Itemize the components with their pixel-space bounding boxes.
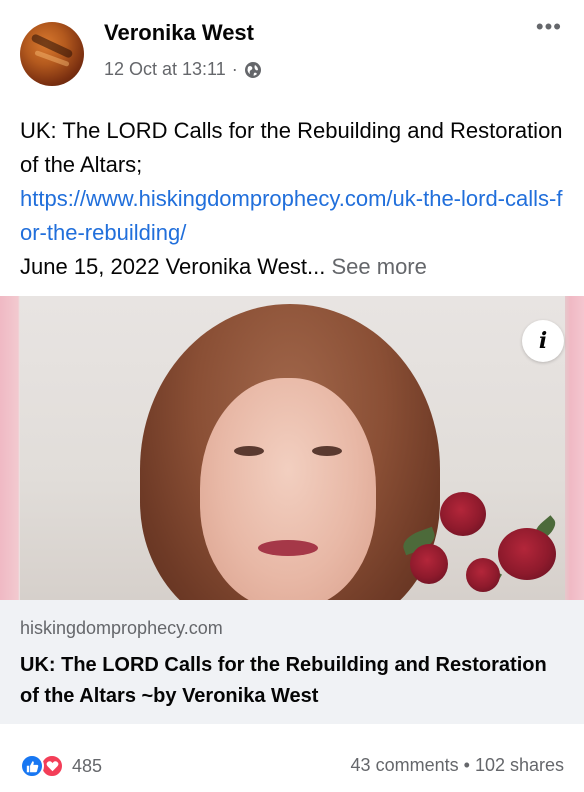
image-eye (312, 446, 342, 456)
post-link[interactable]: https://www.hiskingdomprophecy.com/uk-th… (20, 186, 562, 245)
like-icon (20, 754, 44, 778)
more-options-icon[interactable]: ••• (536, 16, 562, 38)
post-meta: 12 Oct at 13:11 · (104, 59, 262, 80)
link-preview-card[interactable]: hiskingdomprophecy.com UK: The LORD Call… (0, 600, 584, 724)
link-title[interactable]: UK: The LORD Calls for the Rebuilding an… (20, 650, 568, 712)
post-footer: 485 43 comments • 102 shares (0, 724, 584, 792)
image-rose (410, 544, 448, 584)
image-rose (498, 528, 556, 580)
post-body: UK: The LORD Calls for the Rebuilding an… (20, 114, 568, 284)
see-more-link[interactable]: See more (331, 254, 426, 279)
globe-icon (244, 61, 261, 78)
image-lips (258, 540, 318, 556)
reaction-count: 485 (72, 755, 103, 776)
stats-separator: • (463, 755, 470, 775)
info-icon[interactable]: i (522, 320, 564, 362)
image-rose (440, 492, 486, 536)
author-name[interactable]: Veronika West (104, 20, 254, 46)
post-header: Veronika West 12 Oct at 13:11 · ••• (0, 0, 584, 100)
link-domain: hiskingdomprophecy.com (20, 618, 223, 638)
image-face (200, 378, 376, 600)
reactions-summary[interactable]: 485 (20, 754, 102, 778)
engagement-stats: 43 comments • 102 shares (351, 755, 564, 776)
post-text-preview: June 15, 2022 Veronika West... (20, 254, 326, 279)
author-avatar[interactable] (20, 22, 84, 86)
post-text-line: UK: The LORD Calls for the Rebuilding an… (20, 118, 563, 177)
image-rose (466, 558, 500, 592)
shares-count[interactable]: 102 shares (475, 755, 564, 775)
post-text-line-truncated: June 15, 2022 Veronika West... See more (20, 250, 568, 284)
link-preview-image[interactable]: i (0, 296, 584, 600)
post-timestamp[interactable]: 12 Oct at 13:11 (104, 59, 226, 80)
meta-separator: · (231, 59, 238, 79)
image-eye (234, 446, 264, 456)
comments-count[interactable]: 43 comments (351, 755, 459, 775)
